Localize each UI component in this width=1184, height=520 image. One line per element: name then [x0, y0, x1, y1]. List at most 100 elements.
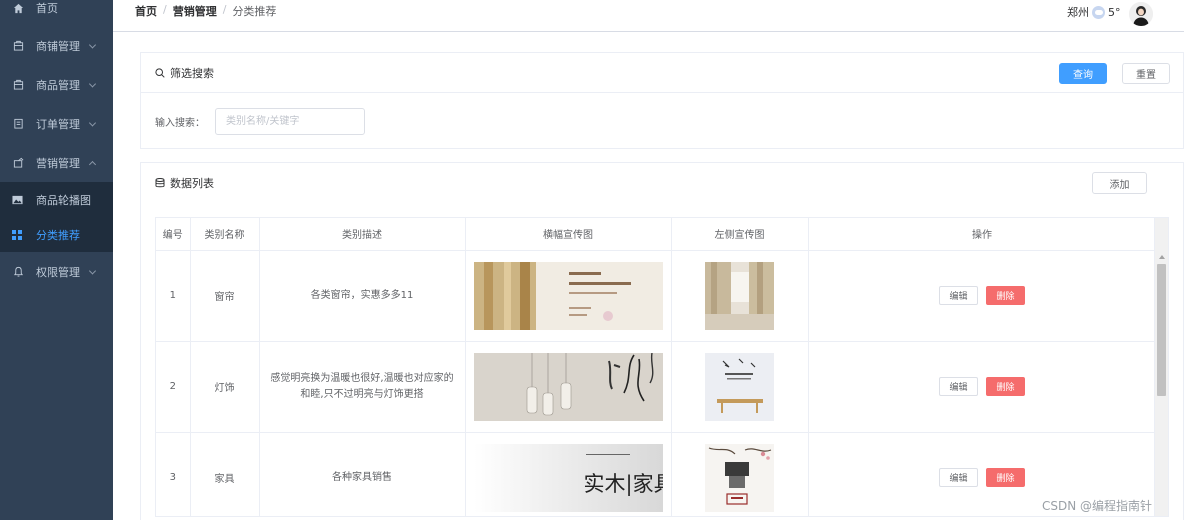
sidebar: 首页 商铺管理 商品管理 订单管理 营销管理 商品轮播图 分类推荐 权限管理 [0, 0, 113, 520]
sidebar-item-label: 商铺管理 [36, 39, 80, 53]
list-card-header: 数据列表 添加 [141, 163, 1183, 203]
goods-icon [12, 79, 24, 91]
marketing-submenu: 商品轮播图 分类推荐 [0, 182, 113, 252]
scroll-thumb[interactable] [1157, 264, 1166, 396]
sidebar-item-label: 商品轮播图 [36, 193, 91, 207]
cell-actions: 编辑 删除 [808, 341, 1157, 433]
sidebar-item-carousel[interactable]: 商品轮播图 [0, 182, 113, 217]
cloud-icon [1092, 5, 1105, 19]
banner-image [466, 261, 671, 330]
cell-id: 3 [156, 432, 191, 516]
sidebar-item-category-recommend[interactable]: 分类推荐 [0, 217, 113, 252]
breadcrumb: 首页 / 营销管理 / 分类推荐 [135, 3, 276, 19]
database-icon [155, 178, 165, 188]
top-header: 首页 / 营销管理 / 分类推荐 郑州 5° [113, 0, 1184, 32]
cell-description: 各种家具销售 [259, 432, 466, 516]
cell-id: 2 [156, 341, 191, 433]
list-title: 数据列表 [170, 177, 214, 190]
sidebar-item-label: 商品管理 [36, 78, 80, 92]
cell-side-image [671, 250, 809, 342]
filter-title: 筛选搜索 [170, 66, 214, 80]
sidebar-item-label: 权限管理 [36, 265, 80, 279]
add-button[interactable]: 添加 [1092, 172, 1147, 194]
order-icon [12, 118, 24, 130]
breadcrumb-item[interactable]: 首页 [135, 3, 157, 19]
sidebar-item-home[interactable]: 首页 [0, 0, 113, 18]
breadcrumb-separator: / [163, 3, 167, 16]
delete-button[interactable]: 删除 [986, 286, 1025, 305]
sidebar-item-label: 首页 [36, 2, 58, 15]
weather-city: 郑州 [1067, 6, 1089, 19]
query-button[interactable]: 查询 [1059, 63, 1107, 84]
cell-banner [465, 250, 672, 342]
data-list-card: 数据列表 添加 编号 类别名称 类别描述 横幅宣传图 左侧宣传图 操作 1 窗帘… [140, 162, 1184, 520]
edit-button[interactable]: 编辑 [939, 468, 978, 487]
scroll-up-arrow-icon[interactable] [1159, 255, 1165, 259]
side-image [672, 443, 808, 512]
cell-id: 1 [156, 250, 191, 342]
search-row: 输入搜索： [141, 93, 1183, 149]
image-icon [12, 195, 24, 205]
delete-button[interactable]: 删除 [986, 377, 1025, 396]
cell-name: 家具 [190, 432, 260, 516]
sidebar-item-marketing[interactable]: 营销管理 [0, 143, 113, 182]
cell-banner [465, 341, 672, 433]
side-image [672, 352, 808, 421]
cell-banner: 实木|家具 [465, 432, 672, 516]
column-header: 操作 [808, 218, 1157, 251]
chevron-down-icon [88, 266, 97, 275]
table-row: 3 家具 各种家具销售 实木|家具 [156, 432, 1157, 516]
table-header-row: 编号 类别名称 类别描述 横幅宣传图 左侧宣传图 操作 [156, 218, 1157, 251]
cell-side-image [671, 341, 809, 433]
sidebar-item-shop[interactable]: 商铺管理 [0, 26, 113, 65]
banner-text: 实木|家具 [583, 471, 663, 496]
marketing-icon [12, 157, 24, 169]
bell-icon [12, 266, 24, 278]
column-header: 编号 [156, 218, 191, 251]
filter-card: 筛选搜索 查询 重置 输入搜索： [140, 52, 1184, 149]
cell-name: 灯饰 [190, 341, 260, 433]
chevron-down-icon [88, 40, 97, 49]
reset-button[interactable]: 重置 [1122, 63, 1170, 84]
watermark: CSDN @编程指南针 [1042, 499, 1153, 513]
cell-actions: 编辑 删除 [808, 250, 1157, 342]
column-header: 左侧宣传图 [671, 218, 809, 251]
search-label: 输入搜索： [155, 117, 205, 129]
column-header: 横幅宣传图 [465, 218, 672, 251]
table-row: 2 灯饰 感觉明亮换为温暖也很好,温暖也对应家的和睦,只不过明亮与灯饰更搭 编辑… [156, 341, 1157, 433]
cell-side-image [671, 432, 809, 516]
edit-button[interactable]: 编辑 [939, 286, 978, 305]
avatar[interactable] [1129, 2, 1153, 26]
shop-icon [12, 40, 24, 52]
column-header: 类别名称 [190, 218, 260, 251]
filter-card-header: 筛选搜索 查询 重置 [141, 53, 1183, 93]
sidebar-item-label: 营销管理 [36, 156, 80, 170]
data-table: 编号 类别名称 类别描述 横幅宣传图 左侧宣传图 操作 1 窗帘 各类窗帘，实惠… [155, 217, 1169, 517]
banner-image [466, 352, 671, 421]
chevron-down-icon [88, 118, 97, 127]
sidebar-item-orders[interactable]: 订单管理 [0, 104, 113, 143]
banner-image: 实木|家具 [466, 443, 671, 512]
home-icon [12, 2, 24, 14]
column-header: 类别描述 [259, 218, 466, 251]
grid-icon [12, 229, 24, 240]
cell-description: 感觉明亮换为温暖也很好,温暖也对应家的和睦,只不过明亮与灯饰更搭 [259, 341, 466, 433]
cell-name: 窗帘 [190, 250, 260, 342]
sidebar-item-label: 分类推荐 [36, 228, 80, 242]
weather-widget: 郑州 5° [1067, 4, 1121, 20]
side-image [672, 261, 808, 330]
edit-button[interactable]: 编辑 [939, 377, 978, 396]
chevron-down-icon [88, 79, 97, 88]
sidebar-item-label: 订单管理 [36, 117, 80, 131]
breadcrumb-item[interactable]: 营销管理 [173, 3, 217, 19]
sidebar-item-permissions[interactable]: 权限管理 [0, 252, 113, 291]
search-icon [155, 67, 165, 78]
sidebar-item-goods[interactable]: 商品管理 [0, 65, 113, 104]
cell-description: 各类窗帘，实惠多多11 [259, 250, 466, 342]
search-input[interactable] [215, 107, 365, 135]
table-scrollbar[interactable] [1154, 218, 1168, 516]
chevron-up-icon [88, 160, 97, 168]
delete-button[interactable]: 删除 [986, 468, 1025, 487]
table-row: 1 窗帘 各类窗帘，实惠多多11 编辑 删除 [156, 250, 1157, 342]
main-content: 筛选搜索 查询 重置 输入搜索： 数据列表 添加 [113, 33, 1184, 520]
